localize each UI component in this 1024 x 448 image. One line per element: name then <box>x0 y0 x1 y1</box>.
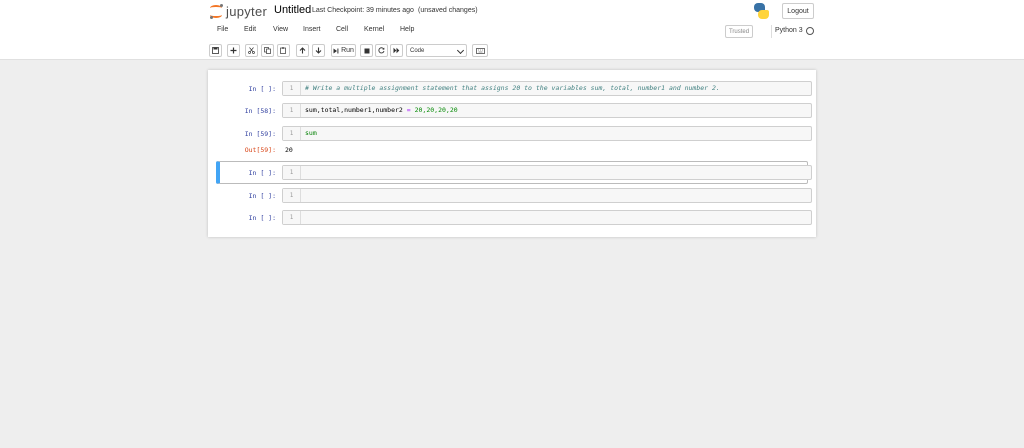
arrow-down-icon <box>315 47 322 54</box>
menu-file[interactable]: File <box>217 26 228 33</box>
input-prompt: In [ ]: <box>248 192 276 200</box>
refresh-icon <box>378 47 385 54</box>
save-button[interactable] <box>209 44 222 57</box>
unsaved-status: (unsaved changes) <box>418 7 478 14</box>
menu-insert[interactable]: Insert <box>303 26 321 33</box>
insert-cell-button[interactable] <box>227 44 240 57</box>
menu-help[interactable]: Help <box>400 26 414 33</box>
step-forward-icon <box>333 48 339 53</box>
jupyter-logo[interactable]: jupyter <box>210 2 267 20</box>
checkpoint-status: Last Checkpoint: 39 minutes ago <box>312 7 414 14</box>
code-cell[interactable]: In [58]: 1 sum,total,number1,number2 = 2… <box>216 102 812 119</box>
code-values: 20,20,20,20 <box>414 106 458 114</box>
menu-edit[interactable]: Edit <box>244 26 256 33</box>
code-cell[interactable]: In [ ]: 1 <box>216 209 812 226</box>
copy-icon <box>264 47 271 54</box>
run-label: Run <box>341 47 354 54</box>
kernel-status-icon <box>806 27 814 35</box>
code-editor[interactable]: 1 sum <box>282 126 812 141</box>
stop-icon <box>364 48 369 53</box>
line-number: 1 <box>283 104 301 117</box>
cell-type-select[interactable]: Code <box>406 44 467 57</box>
paste-button[interactable] <box>277 44 290 57</box>
scissors-icon <box>248 47 255 54</box>
run-button[interactable]: Run <box>331 44 356 57</box>
code-cell[interactable]: In [ ]: 1 <box>216 187 812 204</box>
input-prompt: In [ ]: <box>248 85 276 93</box>
paste-icon <box>280 47 286 54</box>
code-editor[interactable]: 1 # Write a multiple assignment statemen… <box>282 81 812 96</box>
code-cell-selected[interactable]: In [ ]: 1 <box>216 164 812 181</box>
jupyter-logo-icon <box>210 3 223 19</box>
notebook-container: In [ ]: 1 # Write a multiple assignment … <box>208 70 816 237</box>
code-cell[interactable]: In [ ]: 1 # Write a multiple assignment … <box>216 80 812 97</box>
python-logo-icon <box>754 3 769 19</box>
command-palette-button[interactable] <box>472 44 488 57</box>
code-editor[interactable]: 1 <box>282 188 812 203</box>
code-text: sum,total,number1,number2 = 20,20,20,20 <box>305 104 458 117</box>
code-editor[interactable]: 1 <box>282 165 812 180</box>
code-operator: = <box>402 106 415 114</box>
input-prompt: In [ ]: <box>248 214 276 222</box>
restart-run-all-button[interactable] <box>390 44 403 57</box>
arrow-up-icon <box>299 47 306 54</box>
input-prompt: In [59]: <box>244 130 276 138</box>
output-prompt: Out[59]: <box>244 146 276 154</box>
move-up-button[interactable] <box>296 44 309 57</box>
logo-text: jupyter <box>226 3 268 19</box>
chevron-down-icon <box>456 46 465 55</box>
plus-icon <box>230 47 237 54</box>
toolbar: Run Code <box>0 41 1024 60</box>
line-number: 1 <box>283 82 301 95</box>
trusted-indicator[interactable]: Trusted <box>725 25 753 38</box>
menubar: File Edit View Insert Cell Kernel Help T… <box>0 22 1024 41</box>
code-text: # Write a multiple assignment statement … <box>305 84 720 92</box>
fast-forward-icon <box>393 47 400 54</box>
kernel-divider <box>771 25 772 38</box>
code-cell[interactable]: In [59]: 1 sum Out[59]: 20 <box>216 125 812 157</box>
input-prompt: In [ ]: <box>248 169 276 177</box>
interrupt-button[interactable] <box>360 44 373 57</box>
code-editor[interactable]: 1 sum,total,number1,number2 = 20,20,20,2… <box>282 103 812 118</box>
keyboard-icon <box>475 47 485 54</box>
cut-button[interactable] <box>245 44 258 57</box>
line-number: 1 <box>283 166 301 179</box>
header: jupyter Untitled Last Checkpoint: 39 min… <box>0 0 1024 22</box>
line-number: 1 <box>283 189 301 202</box>
menu-view[interactable]: View <box>273 26 288 33</box>
save-icon <box>212 47 219 54</box>
menu-cell[interactable]: Cell <box>336 26 348 33</box>
menu-kernel[interactable]: Kernel <box>364 26 384 33</box>
copy-button[interactable] <box>261 44 274 57</box>
code-editor[interactable]: 1 <box>282 210 812 225</box>
notebook-title[interactable]: Untitled <box>274 4 311 16</box>
restart-button[interactable] <box>375 44 388 57</box>
kernel-name[interactable]: Python 3 <box>775 27 803 34</box>
logout-button[interactable]: Logout <box>782 3 814 19</box>
input-prompt: In [58]: <box>244 107 276 115</box>
code-variables: sum,total,number1,number2 <box>305 106 403 114</box>
line-number: 1 <box>283 211 301 224</box>
line-number: 1 <box>283 127 301 140</box>
move-down-button[interactable] <box>312 44 325 57</box>
code-text: sum <box>305 129 317 137</box>
output-text: 20 <box>285 146 293 154</box>
cell-type-value: Code <box>410 47 425 54</box>
